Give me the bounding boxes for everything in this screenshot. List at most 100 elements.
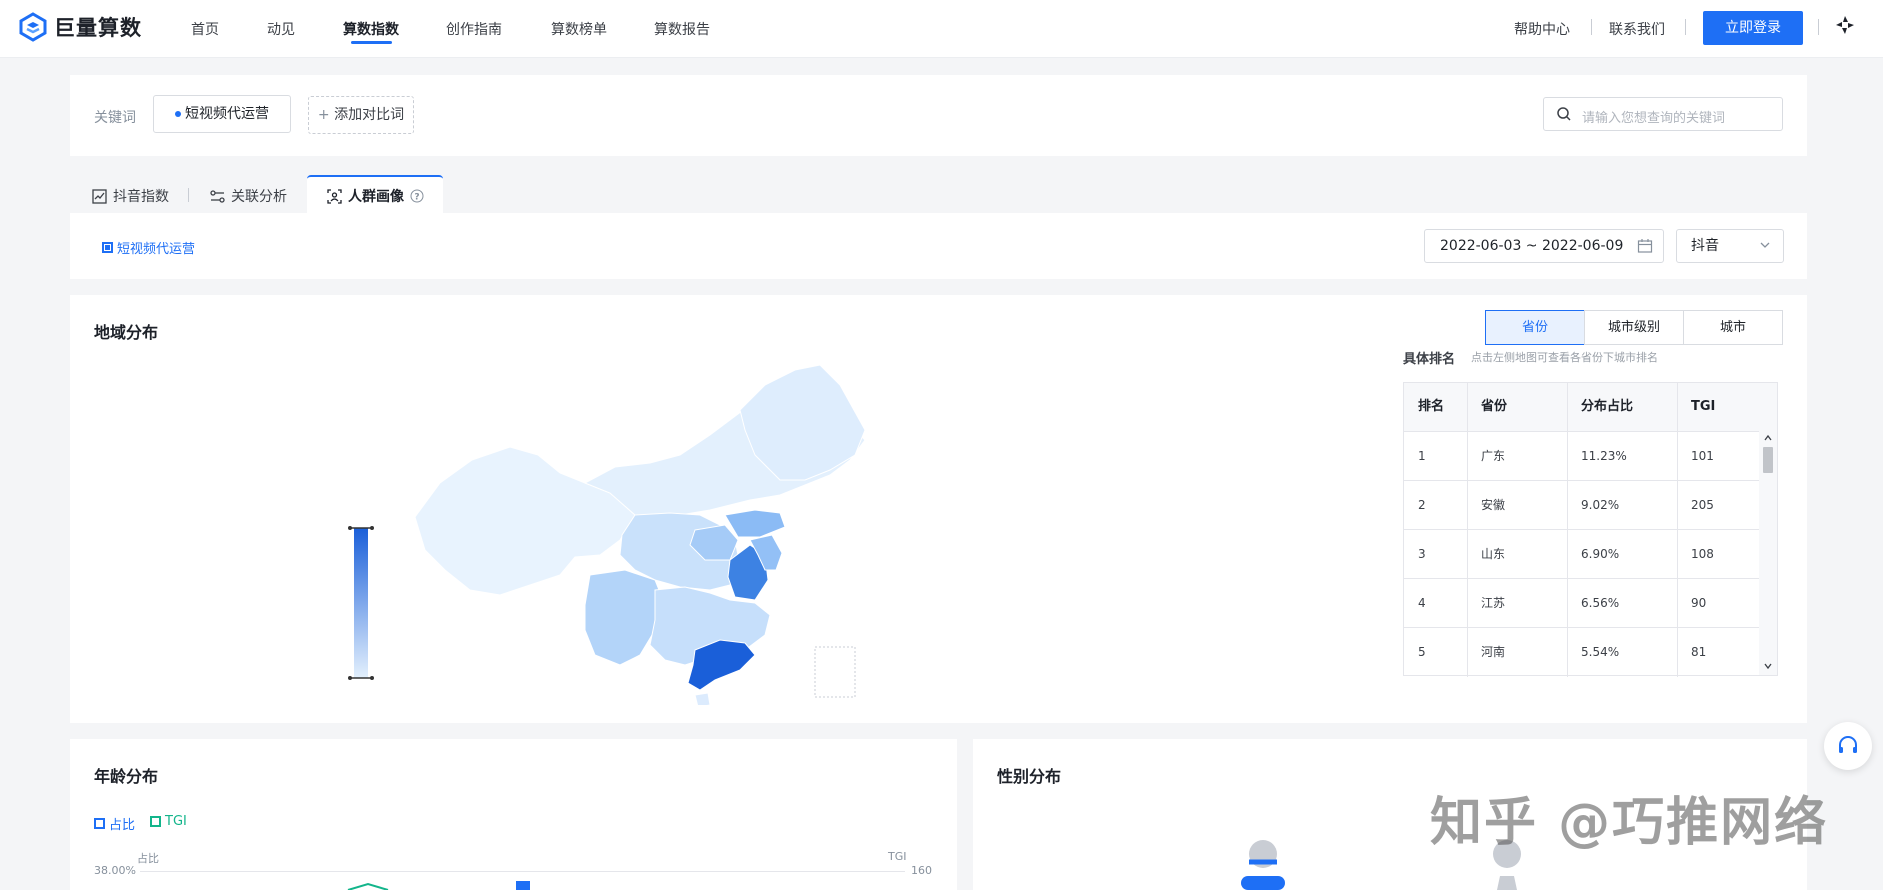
nav-divider xyxy=(1818,19,1819,35)
platform-select[interactable]: 抖音 xyxy=(1676,229,1784,263)
legend-square-icon xyxy=(150,816,161,827)
ranking-table: 排名 省份 分布占比 TGI 1 广东 11.23% 101 2 安徽 9.02… xyxy=(1403,382,1778,677)
help-icon[interactable]: ? xyxy=(410,189,424,203)
segment-province[interactable]: 省份 xyxy=(1485,310,1585,345)
search-input[interactable]: 请输入您想查询的关键词 xyxy=(1543,97,1783,131)
age-chart-partial xyxy=(347,881,530,890)
search-icon xyxy=(1557,107,1571,121)
date-range-picker[interactable]: 2022-06-03 ~ 2022-06-09 xyxy=(1424,229,1664,263)
legend-text: 短视频代运营 xyxy=(117,242,196,257)
chevron-down-icon xyxy=(1760,242,1770,248)
table-row[interactable]: 4 江苏 6.56% 90 xyxy=(1404,578,1761,627)
cell-tgi: 205 xyxy=(1691,498,1714,512)
keyword-chip[interactable]: 短视频代运营 xyxy=(153,95,291,133)
tab-related-analysis[interactable]: 关联分析 xyxy=(210,186,287,206)
legend-share[interactable]: 占比 xyxy=(94,814,135,833)
login-button[interactable]: 立即登录 xyxy=(1703,11,1803,45)
region-title: 地域分布 xyxy=(94,323,159,342)
scroll-thumb[interactable] xyxy=(1763,447,1773,473)
nav-reports[interactable]: 算数报告 xyxy=(654,19,710,39)
calendar-icon xyxy=(1637,239,1653,253)
legend-tgi-text: TGI xyxy=(165,814,187,829)
legend-square-icon xyxy=(102,242,113,253)
cell-province: 安徽 xyxy=(1481,498,1506,512)
nav-index[interactable]: 算数指数 xyxy=(343,19,399,39)
cell-share: 5.54% xyxy=(1581,645,1620,659)
svg-text:?: ? xyxy=(414,193,419,203)
tab-divider xyxy=(188,188,189,202)
cell-rank: 4 xyxy=(1418,596,1426,610)
plus-icon: + xyxy=(317,107,335,123)
headset-icon xyxy=(1839,736,1857,753)
tab-label: 关联分析 xyxy=(231,189,287,205)
gridline xyxy=(140,871,905,872)
cell-share: 11.23% xyxy=(1581,449,1627,463)
add-compare-button[interactable]: + 添加对比词 xyxy=(308,96,414,134)
date-range-text: 2022-06-03 ~ 2022-06-09 xyxy=(1440,238,1624,254)
china-map[interactable] xyxy=(410,365,870,705)
app-switch-icon[interactable] xyxy=(1834,14,1856,36)
cell-province: 江苏 xyxy=(1481,596,1506,610)
cell-share: 9.02% xyxy=(1581,498,1620,512)
tab-label: 抖音指数 xyxy=(113,189,169,205)
nav-rankings[interactable]: 算数榜单 xyxy=(551,19,607,39)
tab-audience-profile[interactable]: 人群画像 ? xyxy=(327,186,424,206)
cell-share: 6.56% xyxy=(1581,596,1620,610)
column-divider xyxy=(1677,383,1678,677)
cell-province: 河南 xyxy=(1481,645,1506,659)
watermark: 知乎 @巧推网络 xyxy=(1430,793,1829,853)
y-right-label: TGI xyxy=(888,850,907,863)
logo-icon xyxy=(19,12,47,42)
map-region-hainan xyxy=(694,692,711,705)
y-right-max: 160 xyxy=(911,864,932,877)
south-sea-inset xyxy=(814,646,856,698)
cell-province: 山东 xyxy=(1481,547,1506,561)
column-divider xyxy=(1467,383,1468,677)
cell-tgi: 81 xyxy=(1691,645,1707,659)
rank-title: 具体排名 xyxy=(1403,352,1456,367)
help-center-link[interactable]: 帮助中心 xyxy=(1514,19,1570,39)
cell-tgi: 108 xyxy=(1691,547,1714,561)
y-left-label: 占比 xyxy=(137,852,159,865)
user-scan-icon xyxy=(327,188,342,204)
legend-tgi[interactable]: TGI xyxy=(150,814,187,829)
contact-link[interactable]: 联系我们 xyxy=(1609,19,1665,39)
segment-city-level[interactable]: 城市级别 xyxy=(1584,310,1684,345)
nav-dongjian[interactable]: 动见 xyxy=(267,19,295,39)
table-row[interactable]: 3 山东 6.90% 108 xyxy=(1404,529,1761,578)
nav-divider xyxy=(1591,19,1592,35)
scroll-down-icon[interactable] xyxy=(1763,661,1773,671)
table-row[interactable]: 2 安徽 9.02% 205 xyxy=(1404,480,1761,529)
gender-title: 性别分布 xyxy=(997,767,1062,786)
cell-rank: 5 xyxy=(1418,645,1426,659)
age-title: 年龄分布 xyxy=(94,767,159,786)
tab-label: 人群画像 xyxy=(348,189,404,205)
cell-tgi: 90 xyxy=(1691,596,1707,610)
nav-divider xyxy=(1685,19,1686,35)
segment-city[interactable]: 城市 xyxy=(1683,310,1783,345)
tab-douyin-index[interactable]: 抖音指数 xyxy=(92,186,169,206)
table-row[interactable]: 1 广东 11.23% 101 xyxy=(1404,431,1761,480)
cell-rank: 3 xyxy=(1418,547,1426,561)
cell-tgi: 101 xyxy=(1691,449,1714,463)
table-row[interactable]: 5 河南 5.54% 81 xyxy=(1404,627,1761,676)
keyword-dot-icon xyxy=(175,111,181,117)
logo-text: 巨量算数 xyxy=(54,16,142,40)
platform-value: 抖音 xyxy=(1691,238,1719,254)
nav-guide[interactable]: 创作指南 xyxy=(446,19,502,39)
nav-home[interactable]: 首页 xyxy=(191,19,219,39)
th-share: 分布占比 xyxy=(1567,383,1677,431)
cell-rank: 1 xyxy=(1418,449,1426,463)
keyword-legend[interactable]: 短视频代运营 xyxy=(102,238,195,257)
customer-service-button[interactable] xyxy=(1824,722,1872,770)
keyword-chip-text: 短视频代运营 xyxy=(185,106,269,122)
scroll-up-icon[interactable] xyxy=(1763,433,1773,443)
th-province: 省份 xyxy=(1467,383,1567,431)
top-navigation: 巨量算数 首页 动见 算数指数 创作指南 算数榜单 算数报告 帮助中心 联系我们… xyxy=(0,0,1883,58)
table-scrollbar[interactable] xyxy=(1759,431,1777,675)
legend-share-text: 占比 xyxy=(109,818,136,833)
color-scale-legend[interactable] xyxy=(346,523,376,683)
cell-province: 广东 xyxy=(1481,449,1506,463)
cell-share: 6.90% xyxy=(1581,547,1620,561)
logo[interactable]: 巨量算数 xyxy=(18,12,142,42)
